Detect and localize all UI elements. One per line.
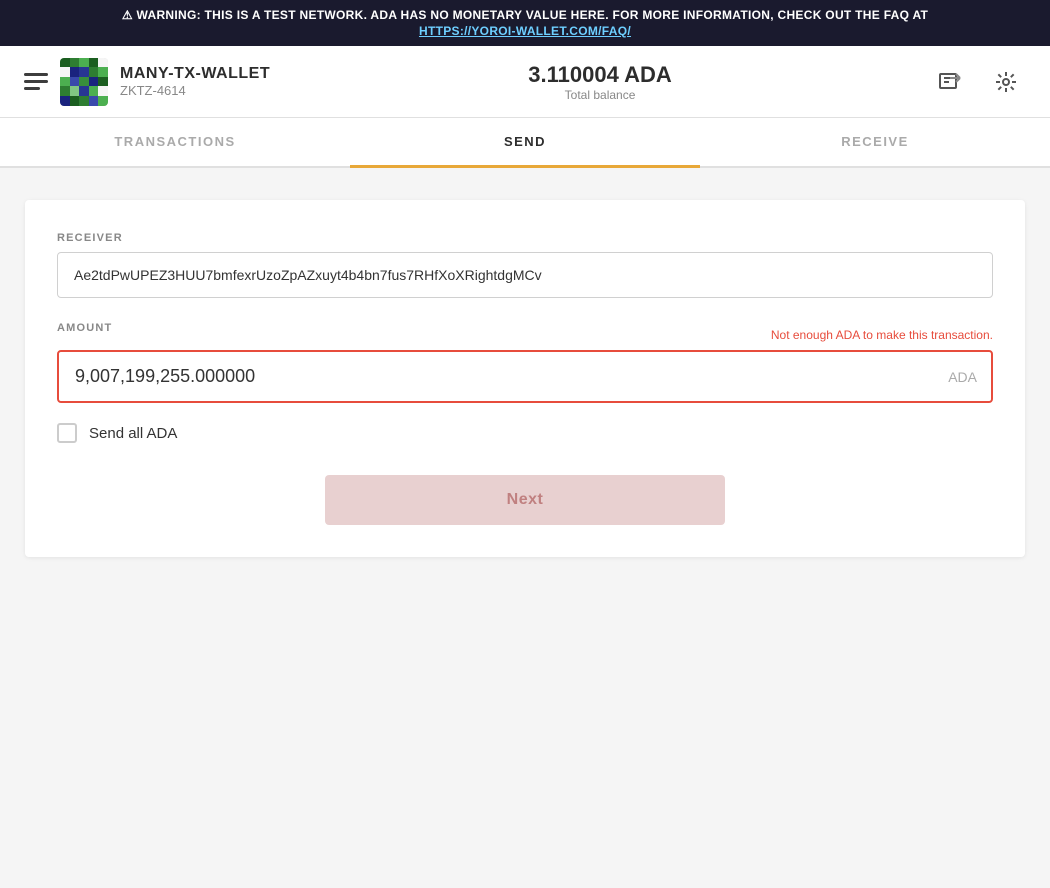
balance-section: 3.110004 ADA Total balance [528, 62, 672, 102]
menu-icon[interactable] [24, 73, 48, 90]
wallet-id: ZKTZ-4614 [120, 83, 270, 98]
nav-tabs: TRANSACTIONS SEND RECEIVE [0, 118, 1050, 168]
header-left: MANY-TX-WALLET ZKTZ-4614 [24, 58, 270, 106]
send-icon-btn[interactable] [930, 62, 970, 102]
warning-banner: ⚠ WARNING: THIS IS A TEST NETWORK. ADA H… [0, 0, 1050, 46]
receiver-section: RECEIVER [57, 232, 993, 298]
menu-bar-1 [24, 73, 48, 76]
amount-input[interactable] [57, 350, 993, 403]
send-all-row: Send all ADA [57, 423, 993, 443]
tab-transactions[interactable]: TRANSACTIONS [0, 118, 350, 168]
next-button[interactable]: Next [325, 475, 725, 525]
tab-send[interactable]: SEND [350, 118, 700, 168]
header-right [930, 62, 1026, 102]
warning-link[interactable]: HTTPS://YOROI-WALLET.COM/FAQ/ [16, 24, 1034, 38]
amount-section: AMOUNT Not enough ADA to make this trans… [57, 322, 993, 403]
main-content: RECEIVER AMOUNT Not enough ADA to make t… [0, 168, 1050, 589]
tab-receive[interactable]: RECEIVE [700, 118, 1050, 168]
amount-currency: ADA [948, 369, 977, 385]
amount-label: AMOUNT [57, 322, 112, 334]
receiver-label: RECEIVER [57, 232, 993, 244]
balance-amount: 3.110004 ADA [528, 62, 672, 88]
amount-error: Not enough ADA to make this transaction. [771, 328, 993, 342]
header: MANY-TX-WALLET ZKTZ-4614 3.110004 ADA To… [0, 46, 1050, 118]
send-card: RECEIVER AMOUNT Not enough ADA to make t… [25, 200, 1025, 557]
wallet-info: MANY-TX-WALLET ZKTZ-4614 [120, 65, 270, 98]
menu-bar-2 [24, 80, 48, 83]
send-all-checkbox[interactable] [57, 423, 77, 443]
warning-text: ⚠ WARNING: THIS IS A TEST NETWORK. ADA H… [122, 8, 928, 22]
menu-bar-3 [24, 87, 40, 90]
settings-icon-btn[interactable] [986, 62, 1026, 102]
receiver-input[interactable] [57, 252, 993, 298]
wallet-name: MANY-TX-WALLET [120, 65, 270, 83]
amount-row: AMOUNT Not enough ADA to make this trans… [57, 322, 993, 342]
wallet-avatar [60, 58, 108, 106]
balance-label: Total balance [528, 88, 672, 102]
amount-wrapper: ADA [57, 350, 993, 403]
send-all-label[interactable]: Send all ADA [89, 425, 177, 442]
